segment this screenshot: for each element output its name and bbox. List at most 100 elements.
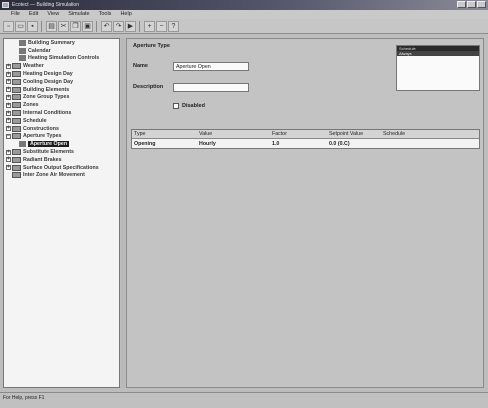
menu-edit[interactable]: Edit <box>29 11 38 19</box>
tree-item[interactable]: + Zone Group Types <box>4 94 119 102</box>
redo-icon[interactable]: ↷ <box>113 20 124 32</box>
schedule-listbox[interactable]: Schedule Always <box>396 45 480 91</box>
table-row[interactable]: Opening Hourly 1.0 0.0 (0.C) <box>132 139 479 148</box>
tree-item[interactable]: Aperture Open <box>4 140 119 148</box>
column-header[interactable]: Type <box>132 131 199 137</box>
tree-item-label: Calendar <box>28 47 51 54</box>
folder-icon <box>12 149 21 156</box>
tree-item-label: Radiant Brakes <box>23 156 62 163</box>
expand-toggle-icon[interactable]: + <box>6 149 11 155</box>
column-header[interactable]: Schedule <box>383 131 443 137</box>
menu-file[interactable]: File <box>11 11 20 19</box>
menu-bar: File Edit View Simulate Tools Help <box>0 10 488 19</box>
expand-toggle-icon[interactable]: + <box>6 118 11 124</box>
expand-toggle-icon[interactable]: + <box>6 165 11 171</box>
tree-item[interactable]: + Weather <box>4 62 119 70</box>
tree-item[interactable]: Building Summary <box>4 39 119 47</box>
name-field[interactable]: Aperture Open <box>173 62 249 71</box>
menu-tools[interactable]: Tools <box>99 11 112 19</box>
save-icon[interactable]: ▪ <box>27 20 38 32</box>
menu-simulate[interactable]: Simulate <box>68 11 89 19</box>
folder-icon <box>12 125 21 132</box>
cell-value[interactable]: Hourly <box>199 141 272 147</box>
expand-toggle-icon[interactable]: + <box>6 110 11 116</box>
folder-icon <box>12 172 21 179</box>
title-bar: Ecotect — Building Simulation <box>0 0 488 10</box>
app-icon <box>2 2 9 8</box>
cut-icon[interactable]: ✂ <box>58 20 69 32</box>
print-icon[interactable]: ▤ <box>46 20 57 32</box>
tree-item-label: Heating Design Day <box>23 71 73 78</box>
expand-toggle-icon[interactable]: + <box>6 157 11 163</box>
expand-toggle-icon[interactable]: + <box>6 79 11 85</box>
help-icon[interactable]: ? <box>168 20 179 32</box>
expand-toggle-icon[interactable]: − <box>6 133 11 139</box>
folder-icon <box>12 102 21 109</box>
column-header[interactable]: Factor <box>272 131 329 137</box>
undo-icon[interactable]: ↶ <box>101 20 112 32</box>
folder-icon <box>12 94 21 101</box>
tree-item[interactable]: + Radiant Brakes <box>4 156 119 164</box>
folder-icon <box>12 156 21 163</box>
item-icon <box>19 141 26 148</box>
tree-item[interactable]: Calendar <box>4 47 119 55</box>
cell-setpoint[interactable]: 0.0 (0.C) <box>329 141 383 147</box>
tree-item-label: Weather <box>23 63 44 70</box>
tree-item[interactable]: + Building Elements <box>4 86 119 94</box>
expand-toggle-icon[interactable]: + <box>6 102 11 108</box>
zoom-out-icon[interactable]: − <box>156 20 167 32</box>
open-folder-icon[interactable]: ▭ <box>15 20 26 32</box>
tree-item[interactable]: − Aperture Types <box>4 133 119 141</box>
grid-header: Type Value Factor Setpoint Value Schedul… <box>132 130 479 139</box>
tree-item[interactable]: Inter Zone Air Movement <box>4 172 119 180</box>
item-icon <box>19 55 26 62</box>
tree-item-label: Surface Output Specifications <box>23 164 99 171</box>
menu-view[interactable]: View <box>47 11 59 19</box>
maximize-button[interactable] <box>467 1 476 8</box>
pane-splitter[interactable] <box>121 38 125 388</box>
tree-item[interactable]: + Internal Conditions <box>4 109 119 117</box>
tree-item[interactable]: + Heating Design Day <box>4 70 119 78</box>
model-tree: Building Summary Calendar Heating Simulati… <box>3 38 120 388</box>
tree-item[interactable]: + Schedule <box>4 117 119 125</box>
toolbar-divider <box>139 20 141 32</box>
menu-help[interactable]: Help <box>120 11 131 19</box>
disabled-checkbox[interactable] <box>173 103 179 109</box>
tree-item[interactable]: + Zones <box>4 101 119 109</box>
cell-type[interactable]: Opening <box>132 141 199 147</box>
new-file-icon[interactable]: ▫ <box>3 20 14 32</box>
tree-item-label: Building Summary <box>28 39 75 46</box>
tree-item[interactable]: Heating Simulation Controls <box>4 55 119 63</box>
tree-item[interactable]: + Substitute Elements <box>4 148 119 156</box>
item-icon <box>19 47 26 54</box>
tree-item[interactable]: + Surface Output Specifications <box>4 164 119 172</box>
cell-factor[interactable]: 1.0 <box>272 141 329 147</box>
description-label: Description <box>133 84 164 90</box>
run-icon[interactable]: ▶ <box>125 20 136 32</box>
expand-toggle-icon[interactable]: + <box>6 87 11 93</box>
column-header[interactable]: Value <box>199 131 272 137</box>
folder-icon <box>12 78 21 85</box>
tree-item[interactable]: + Cooling Design Day <box>4 78 119 86</box>
tree-item-label: Internal Conditions <box>23 110 72 117</box>
expand-toggle-icon[interactable]: + <box>6 71 11 77</box>
status-bar: For Help, press F1 <box>0 392 488 408</box>
toolbar-divider <box>96 20 98 32</box>
expand-toggle-icon[interactable]: + <box>6 126 11 132</box>
tree-item-label: Zone Group Types <box>23 94 70 101</box>
listbox-item[interactable]: Always <box>397 51 479 56</box>
copy-icon[interactable]: ❐ <box>70 20 81 32</box>
tree-item[interactable]: + Constructions <box>4 125 119 133</box>
close-button[interactable] <box>477 1 486 8</box>
status-text: For Help, press F1 <box>3 395 45 401</box>
tree-item-label: Inter Zone Air Movement <box>23 172 85 179</box>
zoom-in-icon[interactable]: + <box>144 20 155 32</box>
paste-icon[interactable]: ▣ <box>82 20 93 32</box>
description-field[interactable] <box>173 83 249 92</box>
minimize-button[interactable] <box>457 1 466 8</box>
control-grid: Type Value Factor Setpoint Value Schedul… <box>131 129 480 149</box>
folder-icon <box>12 164 21 171</box>
column-header[interactable]: Setpoint Value <box>329 131 383 137</box>
expand-toggle-icon[interactable]: + <box>6 94 11 100</box>
expand-toggle-icon[interactable]: + <box>6 63 11 69</box>
